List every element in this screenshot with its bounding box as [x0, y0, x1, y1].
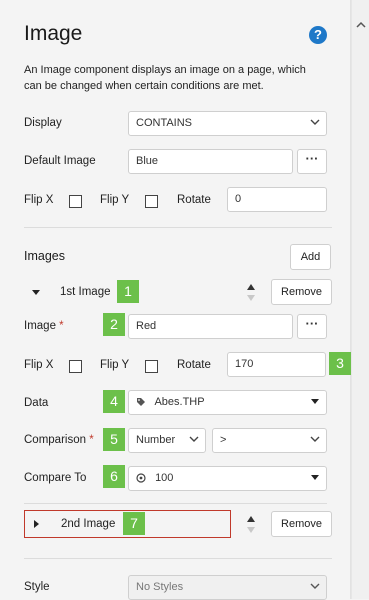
properties-panel: Image ? An Image component displays an i…: [0, 0, 351, 600]
divider: [24, 227, 332, 228]
required-mark: *: [59, 320, 64, 332]
style-select-value: No Styles: [136, 581, 184, 593]
flip-x-checkbox[interactable]: [69, 195, 82, 208]
comparison-type-select[interactable]: Number: [128, 428, 206, 453]
style-select[interactable]: No Styles: [128, 575, 327, 600]
data-select[interactable]: Abes.THP: [128, 390, 327, 415]
comparison-type-value: Number: [136, 434, 176, 446]
annotation-badge-1: 1: [117, 280, 139, 303]
expand-caret-icon[interactable]: [34, 520, 39, 528]
scroll-up-arrow-icon[interactable]: [356, 20, 366, 30]
compare-to-label: Compare To: [24, 472, 87, 484]
annotation-badge-3: 3: [329, 352, 351, 375]
vertical-scrollbar[interactable]: [351, 0, 369, 599]
move-up-icon[interactable]: [247, 516, 255, 522]
first-flip-y-checkbox[interactable]: [145, 360, 158, 373]
remove-first-image-button[interactable]: Remove: [271, 279, 332, 305]
display-label: Display: [24, 117, 62, 129]
chevron-down-icon: [310, 583, 320, 589]
remove-second-image-button[interactable]: Remove: [271, 511, 332, 537]
display-select[interactable]: CONTAINS: [128, 111, 327, 136]
image-input[interactable]: Red: [128, 314, 293, 339]
caret-down-icon: [311, 399, 319, 404]
first-flip-x-label: Flip X: [24, 359, 54, 371]
annotation-badge-2: 2: [103, 313, 125, 336]
divider: [24, 558, 332, 559]
flip-x-label: Flip X: [24, 194, 54, 206]
flip-y-checkbox[interactable]: [145, 195, 158, 208]
compare-to-value: 100: [155, 472, 174, 484]
first-rotate-input[interactable]: 170: [227, 352, 326, 377]
flip-y-label: Flip Y: [100, 194, 130, 206]
chevron-down-icon: [310, 436, 320, 442]
image-browse-button[interactable]: ···: [297, 314, 327, 339]
first-flip-x-checkbox[interactable]: [69, 360, 82, 373]
first-flip-y-label: Flip Y: [100, 359, 130, 371]
first-image-label[interactable]: 1st Image: [60, 286, 111, 298]
data-label: Data: [24, 397, 49, 409]
default-image-label: Default Image: [24, 155, 96, 167]
image-field-label: Image *: [24, 320, 64, 332]
data-select-value: Abes.THP: [154, 396, 205, 408]
rotate-label: Rotate: [177, 194, 211, 206]
chevron-down-icon: [189, 436, 199, 442]
add-image-button[interactable]: Add: [290, 244, 331, 270]
move-down-icon[interactable]: [247, 527, 255, 533]
comparison-operator-select[interactable]: >: [212, 428, 327, 453]
annotation-badge-6: 6: [103, 465, 125, 488]
first-rotate-label: Rotate: [177, 359, 211, 371]
comparison-operator-value: >: [220, 434, 227, 446]
display-select-value: CONTAINS: [136, 117, 193, 129]
help-icon[interactable]: ?: [309, 26, 327, 44]
collapse-caret-icon[interactable]: [32, 290, 40, 295]
annotation-badge-5: 5: [103, 428, 125, 451]
comparison-label: Comparison *: [24, 434, 94, 446]
required-mark: *: [89, 434, 94, 446]
images-section-title: Images: [24, 249, 65, 263]
caret-down-icon: [311, 475, 319, 480]
move-down-icon[interactable]: [247, 295, 255, 301]
target-icon: [136, 473, 146, 483]
divider: [24, 503, 327, 504]
second-image-label[interactable]: 2nd Image: [61, 518, 115, 530]
annotation-badge-7: 7: [123, 512, 145, 535]
annotation-badge-4: 4: [103, 390, 125, 413]
panel-description: An Image component displays an image on …: [24, 64, 306, 92]
chevron-down-icon: [310, 119, 320, 125]
tag-icon: [137, 398, 145, 407]
rotate-input[interactable]: 0: [227, 187, 327, 212]
panel-title: Image: [24, 22, 83, 45]
default-image-browse-button[interactable]: ···: [297, 149, 327, 174]
move-up-icon[interactable]: [247, 284, 255, 290]
default-image-input[interactable]: Blue: [128, 149, 293, 174]
style-label: Style: [24, 581, 50, 593]
compare-to-select[interactable]: 100: [128, 466, 327, 491]
